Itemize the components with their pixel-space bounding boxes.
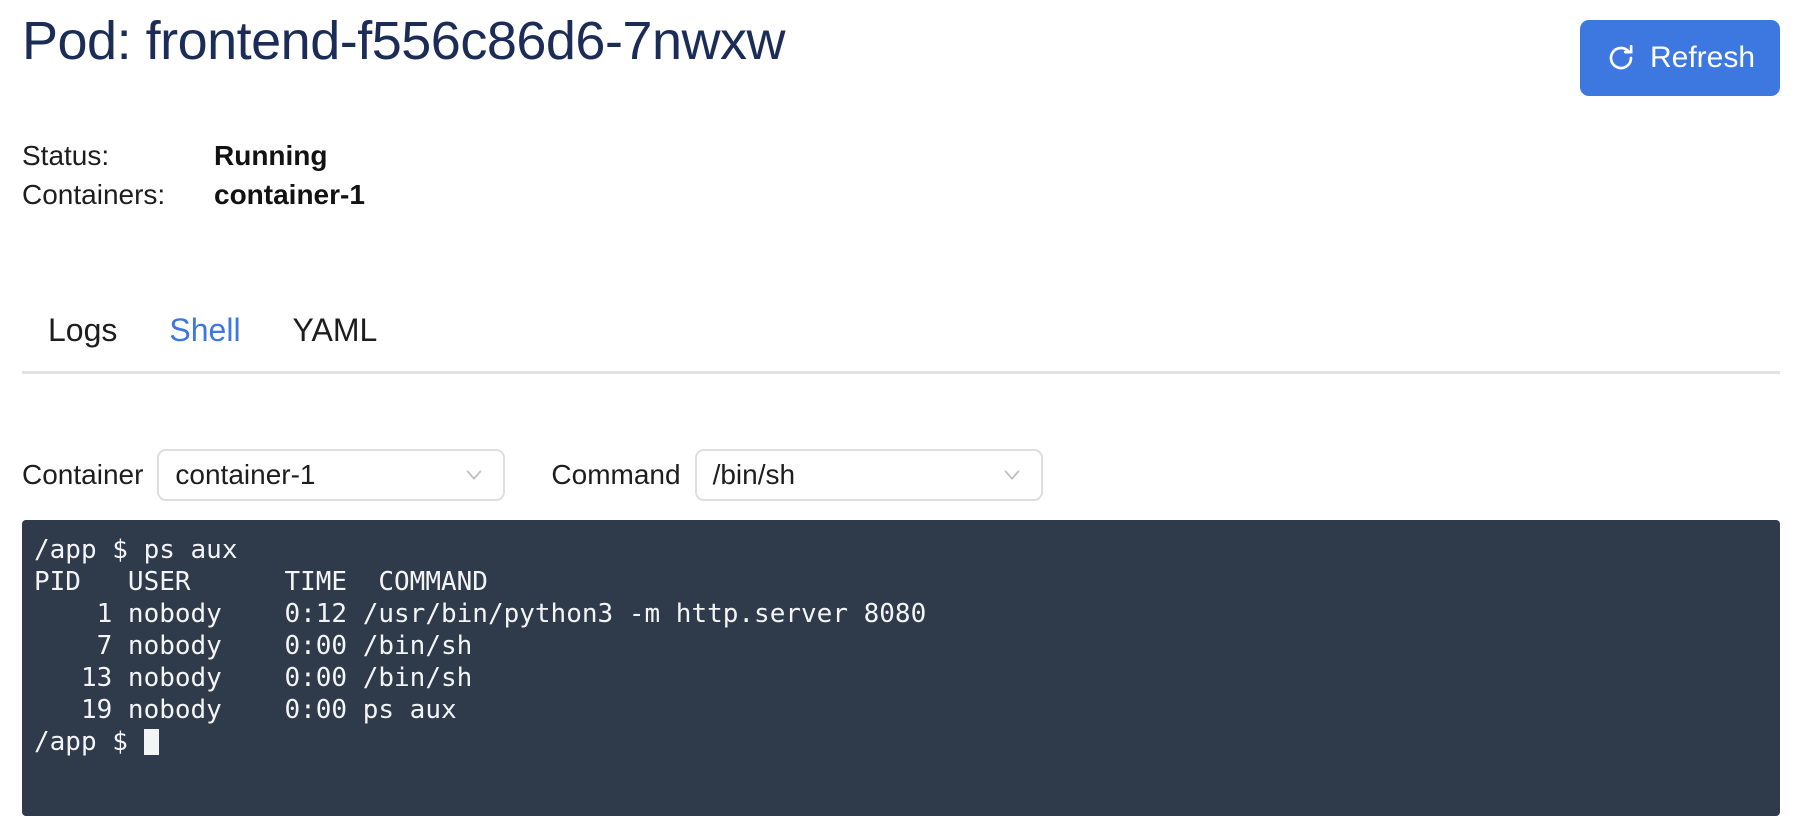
refresh-icon bbox=[1609, 44, 1633, 70]
command-select[interactable]: /bin/sh bbox=[694, 449, 1043, 501]
terminal-panel[interactable]: /app $ ps aux PID USER TIME COMMAND 1 no… bbox=[22, 520, 1780, 816]
status-badge: Running bbox=[214, 140, 328, 171]
containers-label: Containers: bbox=[22, 179, 166, 210]
tab-logs-label: Logs bbox=[48, 312, 118, 348]
command-select-group: Command /bin/sh bbox=[551, 449, 1043, 501]
chevron-down-icon bbox=[1004, 470, 1019, 480]
container-select-label: Container bbox=[22, 459, 144, 490]
tab-logs[interactable]: Logs bbox=[22, 314, 143, 372]
tab-yaml-label: YAML bbox=[292, 312, 378, 348]
terminal-prompt: /app $ bbox=[34, 727, 144, 757]
pod-detail-page: Pod: frontend-f556c86d6-7nwxw Refresh St… bbox=[0, 0, 1800, 816]
page-header: Pod: frontend-f556c86d6-7nwxw Refresh bbox=[22, 8, 1780, 104]
terminal-output: /app $ ps aux PID USER TIME COMMAND 1 no… bbox=[34, 535, 927, 725]
terminal-prompt-line: /app $ bbox=[34, 726, 1768, 758]
container-select-group: Container container-1 bbox=[22, 449, 506, 501]
containers-value: container-1 bbox=[214, 179, 365, 210]
shell-controls: Container container-1 Command /bin/sh bbox=[22, 448, 1043, 502]
pod-meta: Status: Running Containers: container-1 bbox=[22, 140, 722, 218]
terminal-cursor bbox=[143, 729, 159, 755]
container-select[interactable]: container-1 bbox=[157, 449, 506, 501]
refresh-button[interactable]: Refresh bbox=[1580, 20, 1780, 96]
command-select-value: /bin/sh bbox=[712, 459, 796, 490]
tab-shell[interactable]: Shell bbox=[143, 314, 266, 372]
command-select-label: Command bbox=[551, 459, 681, 490]
tabbar-divider bbox=[22, 371, 1780, 374]
tabbar: Logs Shell YAML bbox=[22, 250, 1780, 380]
tab-yaml[interactable]: YAML bbox=[267, 314, 404, 372]
page-title: Pod: frontend-f556c86d6-7nwxw bbox=[22, 11, 786, 71]
tab-list: Logs Shell YAML bbox=[22, 250, 403, 372]
status-label: Status: bbox=[22, 140, 110, 171]
meta-row-status: Status: Running bbox=[22, 140, 722, 179]
tab-shell-label: Shell bbox=[169, 312, 241, 348]
container-select-value: container-1 bbox=[175, 459, 316, 490]
chevron-down-icon bbox=[467, 470, 482, 480]
meta-row-containers: Containers: container-1 bbox=[22, 179, 722, 218]
refresh-button-label: Refresh bbox=[1649, 41, 1756, 74]
